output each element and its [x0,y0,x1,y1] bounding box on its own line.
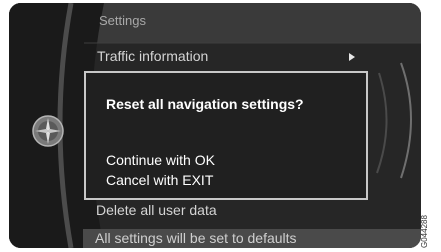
arrow-right-icon [349,53,355,61]
menu-item-delete-user-data[interactable]: Delete all user data [96,202,217,218]
cancel-option[interactable]: Cancel with EXIT [106,172,213,188]
dialog-title: Reset all navigation settings? [106,96,304,112]
display-screen: Settings Traffic information Delete all … [9,3,421,248]
status-message: All settings will be set to defaults [95,230,297,246]
figure-id: G044288 [420,215,429,248]
compass-icon [32,115,64,147]
page-title: Settings [99,13,146,28]
continue-option[interactable]: Continue with OK [106,152,215,168]
reset-confirmation-dialog: Reset all navigation settings? Continue … [84,71,368,200]
menu-item-traffic-information[interactable]: Traffic information [97,48,208,64]
status-bar: All settings will be set to defaults [83,229,421,248]
